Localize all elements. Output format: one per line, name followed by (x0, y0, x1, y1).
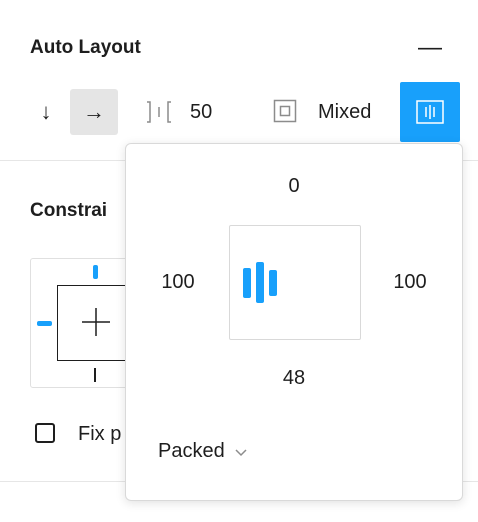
spacing-between-icon (144, 99, 174, 125)
padding-left-input[interactable]: 100 (148, 271, 208, 294)
preview-bar-3 (269, 270, 277, 296)
auto-layout-title: Auto Layout (30, 37, 141, 58)
spacing-between-input[interactable]: 50 (190, 101, 212, 124)
collapse-auto-layout-button[interactable]: — (418, 34, 442, 62)
padding-top-input[interactable]: 0 (264, 175, 324, 198)
fix-position-label: Fix p (78, 423, 122, 445)
alignment-settings-button[interactable] (400, 82, 460, 142)
chevron-down-icon (235, 444, 247, 460)
constraints-title: Constrai (30, 200, 108, 221)
constraint-bottom-handle[interactable] (94, 368, 96, 382)
distribution-dropdown[interactable]: Packed (158, 440, 247, 463)
alignment-preview[interactable] (229, 225, 361, 340)
preview-bar-2 (256, 262, 264, 303)
padding-bottom-input[interactable]: 48 (264, 367, 324, 390)
direction-horizontal-button[interactable]: → (70, 89, 118, 135)
constraint-top-handle[interactable] (93, 265, 98, 279)
arrow-right-icon: → (83, 99, 105, 124)
alignment-icon (416, 100, 444, 124)
preview-bar-1 (243, 268, 251, 298)
constraint-left-handle[interactable] (37, 321, 52, 326)
distribution-label: Packed (158, 440, 225, 462)
plus-icon (82, 308, 110, 336)
direction-vertical-button[interactable]: ↓ (30, 90, 62, 134)
padding-right-input[interactable]: 100 (380, 271, 440, 294)
arrow-down-icon: ↓ (40, 99, 52, 124)
padding-input[interactable]: Mixed (318, 101, 371, 124)
fix-position-checkbox[interactable] (35, 423, 55, 443)
padding-popover: 0 100 100 48 Packed (125, 143, 463, 501)
padding-icon (273, 99, 297, 123)
